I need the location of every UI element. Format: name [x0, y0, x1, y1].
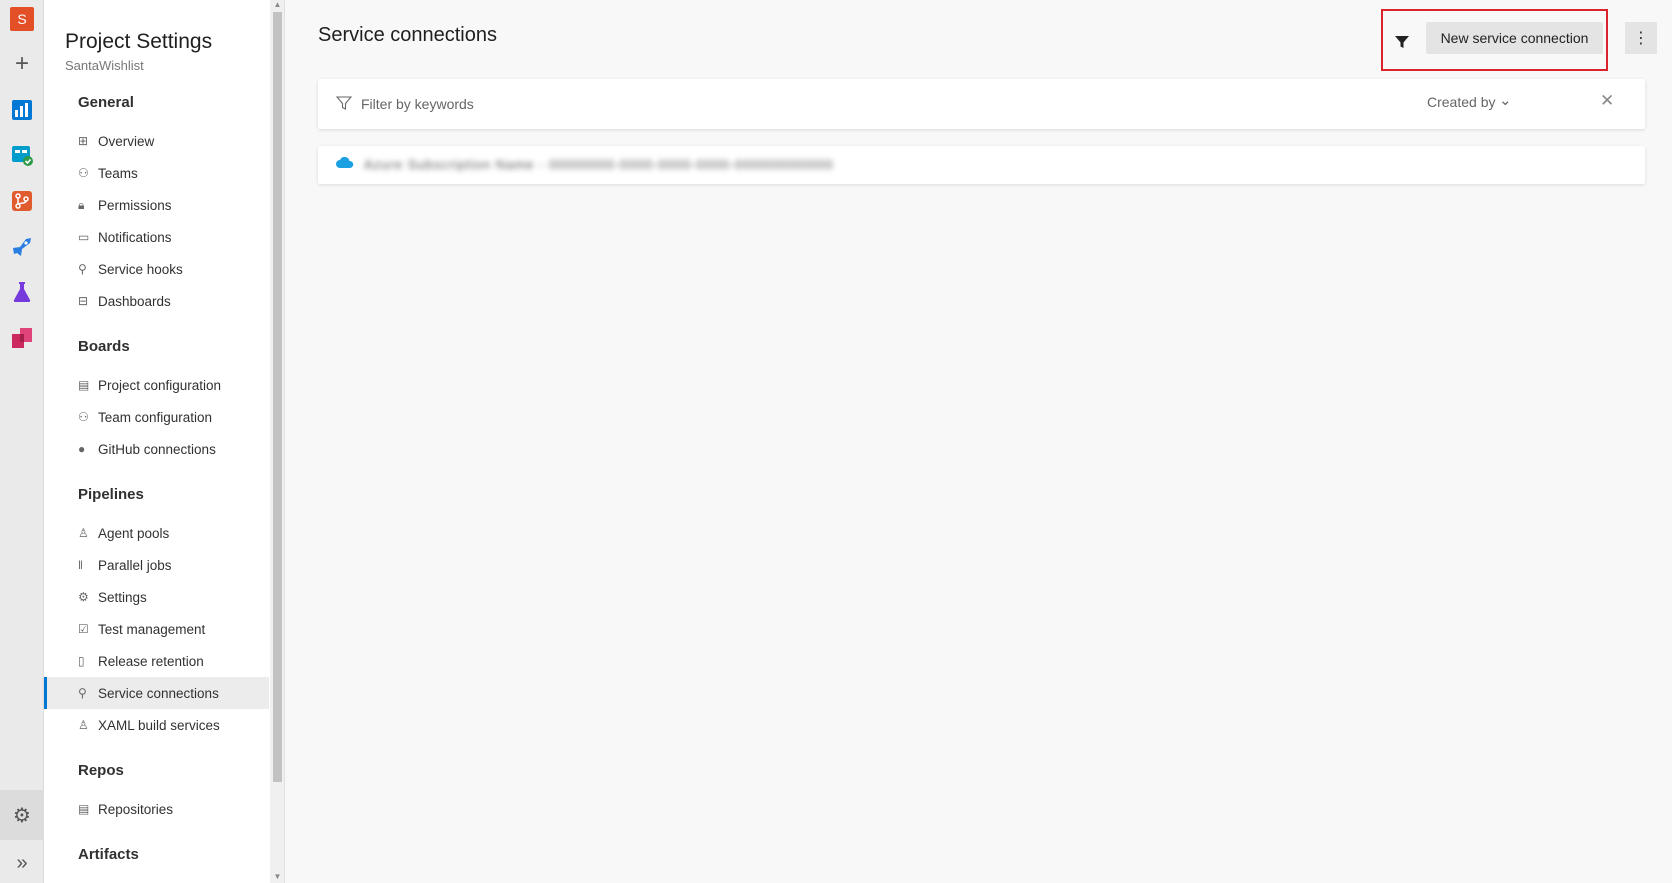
doc-gear-icon: ▤ [78, 378, 90, 392]
boards-icon[interactable] [8, 96, 36, 124]
expand-chevrons-icon[interactable]: » [8, 849, 36, 877]
nav-scrollbar[interactable]: ▲ ▼ [270, 0, 284, 883]
board-check-icon[interactable] [8, 141, 36, 169]
repos-icon[interactable] [8, 187, 36, 215]
nav-item-agent-pools[interactable]: ♙ Agent pools [44, 517, 269, 549]
test-icon: ☑ [78, 622, 89, 636]
service-connection-name[interactable]: Azure Subscription Name - 00000000-0000-… [364, 157, 834, 172]
lock-icon: 🔒︎ [78, 197, 85, 212]
agent-icon: ♙ [78, 718, 89, 732]
parallel-icon: ‖ [78, 558, 83, 572]
phone-icon: ▯ [78, 654, 85, 668]
teams-icon: ⚇ [78, 166, 89, 180]
nav-item-dashboards[interactable]: ⊟ Dashboards [44, 285, 269, 317]
filter-bar: Created by ⌄ ✕ [318, 79, 1645, 129]
nav-item-repositories[interactable]: ▤ Repositories [44, 793, 269, 825]
plus-icon[interactable]: + [8, 50, 36, 78]
nav-item-project-configuration[interactable]: ▤ Project configuration [44, 369, 269, 401]
filter-icon [336, 95, 352, 111]
section-boards: Boards [78, 338, 130, 355]
main-content: Service connections New service connecti… [285, 0, 1672, 883]
test-plans-icon[interactable] [8, 278, 36, 306]
nav-item-service-connections[interactable]: ⚲ Service connections [44, 677, 269, 709]
product-rail: S + ⚙ » [0, 0, 44, 883]
page-title: Service connections [318, 24, 497, 46]
nav-item-team-configuration[interactable]: ⚇ Team configuration [44, 401, 269, 433]
nav-item-github-connections[interactable]: ● GitHub connections [44, 433, 269, 465]
team-gear-icon: ⚇ [78, 410, 89, 424]
more-options-icon[interactable]: ⋮ [1625, 22, 1657, 54]
plug-icon: ⚲ [78, 686, 87, 700]
pipelines-icon[interactable] [8, 233, 36, 261]
scroll-down-icon[interactable]: ▼ [273, 872, 282, 881]
gear-icon: ⚙ [78, 590, 89, 604]
scrollbar-thumb[interactable] [273, 12, 282, 782]
service-connection-row[interactable]: Azure Subscription Name - 00000000-0000-… [318, 146, 1645, 184]
section-repos: Repos [78, 762, 124, 779]
grid-icon: ⊞ [78, 134, 89, 148]
dashboard-icon: ⊟ [78, 294, 89, 308]
org-avatar[interactable]: S [10, 7, 34, 31]
cloud-icon [336, 157, 354, 168]
created-by-dropdown[interactable]: Created by [1427, 94, 1495, 110]
artifacts-icon[interactable] [8, 324, 36, 352]
nav-item-parallel-jobs[interactable]: ‖ Parallel jobs [44, 549, 269, 581]
nav-item-test-management[interactable]: ☑ Test management [44, 613, 269, 645]
repo-icon: ▤ [78, 802, 90, 816]
nav-item-notifications[interactable]: ▭ Notifications [44, 221, 269, 253]
highlight-box [1381, 9, 1608, 71]
nav-item-teams[interactable]: ⚇ Teams [44, 157, 269, 189]
filter-input[interactable] [361, 92, 961, 116]
nav-item-service-hooks[interactable]: ⚲ Service hooks [44, 253, 269, 285]
plug-icon: ⚲ [78, 262, 87, 276]
nav-item-release-retention[interactable]: ▯ Release retention [44, 645, 269, 677]
section-pipelines: Pipelines [78, 486, 144, 503]
close-icon[interactable]: ✕ [1600, 91, 1614, 111]
nav-item-permissions[interactable]: 🔒︎ Permissions [44, 189, 269, 221]
chevron-down-icon[interactable]: ⌄ [1499, 91, 1512, 109]
nav-item-overview[interactable]: ⊞ Overview [44, 125, 269, 157]
section-artifacts: Artifacts [78, 846, 139, 863]
nav-item-settings[interactable]: ⚙ Settings [44, 581, 269, 613]
scroll-up-icon[interactable]: ▲ [273, 0, 282, 9]
settings-nav: Project Settings SantaWishlist General ⊞… [44, 0, 285, 883]
gear-icon[interactable]: ⚙ [0, 790, 44, 840]
agent-icon: ♙ [78, 526, 89, 540]
nav-title: Project Settings [65, 30, 213, 53]
chat-icon: ▭ [78, 230, 90, 244]
section-general: General [78, 94, 134, 111]
nav-item-xaml-build-services[interactable]: ♙ XAML build services [44, 709, 269, 741]
project-name: SantaWishlist [65, 58, 144, 73]
github-icon: ● [78, 442, 86, 456]
